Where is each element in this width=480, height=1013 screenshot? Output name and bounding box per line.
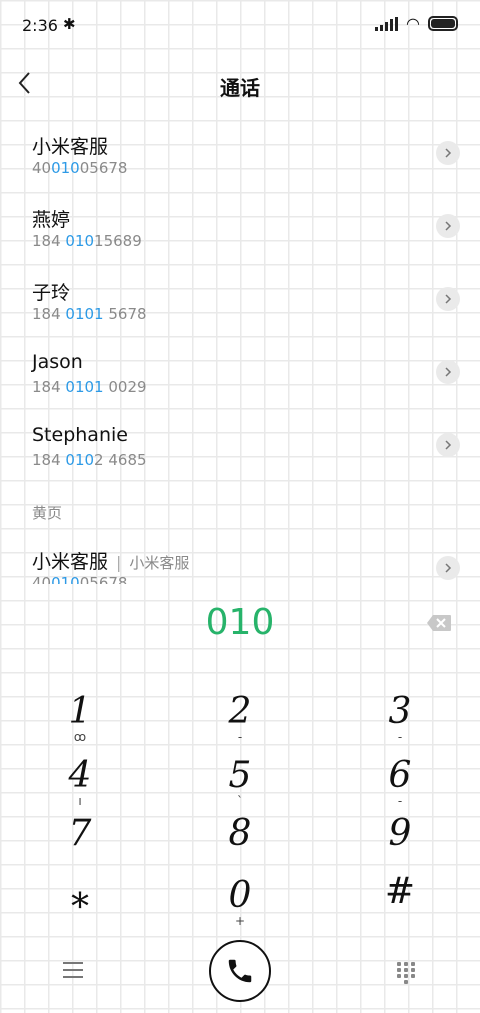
page-title: 通话 bbox=[220, 76, 260, 100]
signal-icon bbox=[375, 16, 399, 31]
dialed-number: 010 bbox=[205, 602, 275, 643]
business-subtitle: 小米客服 bbox=[129, 554, 190, 572]
key-8[interactable]: 8 bbox=[180, 814, 300, 854]
status-time: 2:36 bbox=[22, 16, 58, 35]
status-icons: ◠ bbox=[375, 13, 458, 33]
chevron-right-icon bbox=[445, 440, 452, 450]
details-button[interactable] bbox=[436, 433, 460, 457]
key-7[interactable]: 7 bbox=[20, 814, 140, 854]
contact-number: 184 0101 0029 bbox=[32, 378, 147, 396]
contact-name: 燕婷 bbox=[32, 209, 71, 231]
chevron-right-icon bbox=[445, 148, 452, 158]
key-6[interactable]: 6- bbox=[340, 756, 460, 808]
backspace-button[interactable] bbox=[426, 614, 452, 632]
contact-row[interactable]: Jason 184 0101 0029 bbox=[0, 339, 480, 409]
chevron-right-icon bbox=[445, 294, 452, 304]
key-1[interactable]: 1ꝏ bbox=[20, 692, 140, 744]
key-5[interactable]: 5 ` bbox=[180, 756, 300, 808]
yellow-pages-row[interactable]: 小米客服 | 小米客服 4001005678 bbox=[0, 535, 480, 584]
dialer-bottom-bar bbox=[0, 940, 480, 1004]
contact-name: Jason bbox=[32, 351, 83, 373]
key-0[interactable]: 0 + bbox=[180, 876, 300, 928]
phone-icon bbox=[228, 959, 252, 983]
business-number: 4001005678 bbox=[32, 574, 128, 584]
chevron-right-icon bbox=[445, 221, 452, 231]
contact-row[interactable]: 小米客服 4001005678 bbox=[0, 120, 480, 190]
contact-name: 小米客服 bbox=[32, 136, 109, 158]
contact-row[interactable]: 子玲 184 0101 5678 bbox=[0, 266, 480, 336]
wifi-icon: ◠ bbox=[406, 13, 420, 33]
bluetooth-icon: ✱ bbox=[63, 15, 76, 33]
details-button[interactable] bbox=[436, 360, 460, 384]
contact-name: Stephanie bbox=[32, 424, 128, 446]
details-button[interactable] bbox=[436, 287, 460, 311]
contact-number: 184 0101 5678 bbox=[32, 305, 147, 323]
dial-display: 010 bbox=[0, 600, 480, 650]
backspace-icon bbox=[427, 615, 451, 631]
details-button[interactable] bbox=[436, 214, 460, 238]
keypad-toggle-button[interactable] bbox=[397, 962, 415, 984]
contact-row[interactable]: 燕婷 184 01015689 bbox=[0, 193, 480, 263]
business-name: 小米客服 | 小米客服 bbox=[32, 551, 190, 573]
section-header-yellow-pages: 黄页 bbox=[32, 504, 63, 522]
chevron-right-icon bbox=[445, 563, 452, 573]
contact-results-list[interactable]: 小米客服 4001005678 燕婷 184 01015689 子玲 184 0… bbox=[0, 120, 480, 584]
status-bar: 2:36 ✱ ◠ bbox=[0, 0, 480, 52]
chevron-right-icon bbox=[445, 367, 452, 377]
key-2[interactable]: 2- bbox=[180, 692, 300, 744]
key-4[interactable]: 4ı bbox=[20, 756, 140, 808]
key-3[interactable]: 3- bbox=[340, 692, 460, 744]
contact-row[interactable]: Stephanie 184 0102 4685 bbox=[0, 412, 480, 482]
contact-name: 子玲 bbox=[32, 282, 71, 304]
contact-number: 184 0102 4685 bbox=[32, 451, 147, 469]
key-star[interactable]: * bbox=[20, 888, 140, 928]
call-button[interactable] bbox=[209, 940, 271, 1002]
battery-icon bbox=[428, 16, 458, 31]
contact-number: 184 01015689 bbox=[32, 232, 142, 250]
contact-number: 4001005678 bbox=[32, 159, 128, 177]
key-9[interactable]: 9 bbox=[340, 814, 460, 854]
menu-button[interactable] bbox=[63, 962, 83, 978]
details-button[interactable] bbox=[436, 556, 460, 580]
details-button[interactable] bbox=[436, 141, 460, 165]
top-app-bar: 通话 bbox=[0, 60, 480, 108]
key-hash[interactable]: # bbox=[340, 872, 460, 912]
